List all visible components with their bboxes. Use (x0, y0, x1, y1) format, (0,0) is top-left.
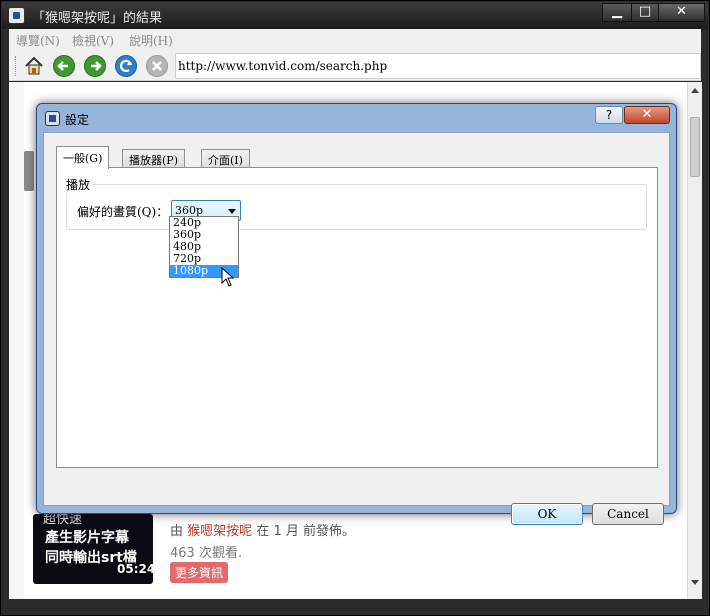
back-icon[interactable] (53, 55, 75, 77)
playback-group-title: 播放 (63, 176, 94, 193)
dialog-close-button[interactable]: ✕ (624, 106, 670, 124)
tab-pane-general: 偏好的畫質(Q)： 360p 播放 (56, 167, 658, 468)
dialog-client-area: 一般(G) 播放器(P) 介面(I) 偏好的畫質(Q)： 360p 播放 OK … (43, 132, 670, 525)
forward-icon[interactable] (84, 55, 106, 77)
close-window-button[interactable]: ✕ (658, 3, 705, 22)
menu-help[interactable]: 說明(H) (129, 32, 173, 49)
stop-icon[interactable] (146, 55, 168, 77)
address-bar[interactable]: http://www.tonvid.com/search.php (175, 53, 701, 79)
view-count: 463 次觀看. (170, 546, 243, 561)
author-link[interactable]: 猴嗯架按呢 (187, 524, 252, 539)
scroll-up-icon[interactable] (691, 88, 699, 93)
vertical-scrollbar[interactable] (687, 82, 702, 599)
home-icon[interactable] (23, 55, 45, 77)
tab-general[interactable]: 一般(G) (56, 146, 110, 169)
video-duration: 05:24 (115, 562, 153, 576)
tab-interface[interactable]: 介面(I) (201, 149, 250, 168)
quality-label: 偏好的畫質(Q)： (77, 205, 169, 219)
thumb-text-line2: 產生影片字幕 (45, 530, 129, 546)
refresh-icon[interactable] (115, 55, 137, 77)
cancel-button[interactable]: Cancel (592, 503, 664, 525)
scrollbar-thumb[interactable] (690, 117, 700, 177)
dialog-app-icon (45, 111, 60, 126)
more-info-button[interactable]: 更多資訊 (170, 562, 229, 583)
scroll-down-icon[interactable] (691, 580, 699, 585)
menu-view[interactable]: 檢視(V) (72, 32, 114, 49)
title-bar[interactable]: 「猴嗯架按呢」的結果 ▁ □ ✕ (2, 2, 708, 29)
page-side-tab (24, 151, 34, 191)
window-title: 「猴嗯架按呢」的結果 (32, 11, 163, 26)
minimize-button[interactable]: ▁ (602, 3, 632, 22)
browser-window: 「猴嗯架按呢」的結果 ▁ □ ✕ 導覽(N) 檢視(V) 說明(H) http:… (0, 0, 710, 616)
app-icon (8, 7, 25, 24)
status-bar (9, 599, 701, 613)
meta-suffix: 在 1 月 前發佈。 (256, 524, 355, 539)
settings-dialog: 設定 ? ✕ 一般(G) 播放器(P) 介面(I) 偏好的畫質(Q)： 360p… (36, 103, 677, 525)
toolbar-grip (15, 56, 17, 76)
thumb-text-line1: 超快速 (43, 514, 83, 527)
meta-prefix: 由 (170, 524, 184, 539)
tab-player[interactable]: 播放器(P) (122, 149, 185, 168)
ok-button[interactable]: OK (511, 503, 583, 525)
menu-navigate[interactable]: 導覽(N) (16, 32, 60, 49)
chevron-down-icon (228, 209, 236, 214)
video-meta: 由 猴嗯架按呢 在 1 月 前發佈。 (170, 520, 355, 539)
dialog-title: 設定 (65, 113, 90, 127)
menu-bar: 導覽(N) 檢視(V) 說明(H) (9, 29, 701, 51)
playback-group: 偏好的畫質(Q)： 360p (66, 184, 647, 230)
video-thumbnail[interactable]: 超快速 產生影片字幕 同時輸出srt檔 05:24 (33, 514, 153, 584)
mouse-cursor-icon (221, 266, 235, 287)
help-button[interactable]: ? (595, 106, 623, 124)
maximize-button[interactable]: □ (631, 3, 659, 22)
